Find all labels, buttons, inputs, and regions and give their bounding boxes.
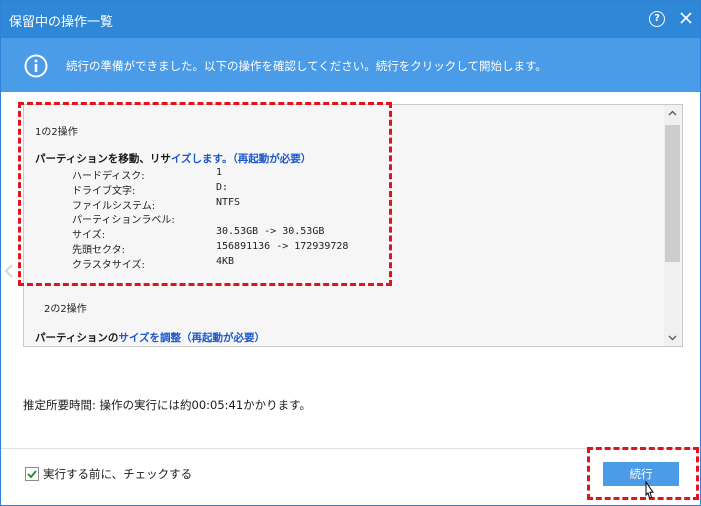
help-icon[interactable]: ? — [649, 11, 665, 27]
scroll-thumb[interactable] — [665, 125, 680, 262]
scroll-down-icon[interactable] — [664, 329, 681, 346]
check-before-run-checkbox[interactable] — [25, 467, 39, 481]
close-icon[interactable] — [677, 9, 695, 27]
title-bar: 保留中の操作一覧 ? — [1, 1, 700, 38]
check-before-run-label[interactable]: 実行する前に、チェックする — [43, 466, 192, 482]
scroll-up-icon[interactable] — [664, 105, 681, 122]
operation-2-header: 2の2操作 — [44, 304, 87, 315]
banner-text: 続行の準備ができました。以下の操作を確認してください。続行をクリックして開始しま… — [66, 59, 547, 73]
pending-operations-dialog: 保留中の操作一覧 ? 続行の準備ができました。以下の操作を確認してください。続行… — [0, 0, 701, 506]
window-title: 保留中の操作一覧 — [9, 15, 114, 30]
estimated-time: 推定所要時間: 操作の実行には約00:05:41かかります。 — [23, 398, 312, 412]
chevron-left-icon — [4, 264, 13, 278]
vertical-scrollbar[interactable] — [664, 105, 681, 346]
operation-2-title-text: パーティションの — [35, 332, 119, 344]
annotation-highlight-operation — [18, 102, 392, 286]
mouse-cursor-icon — [645, 481, 654, 499]
operation-2-title-emphasis: サイズを調整（再起動が必要） — [118, 332, 266, 344]
info-icon — [24, 54, 48, 78]
operation-2-title: パーティションのサイズを調整（再起動が必要） — [35, 330, 265, 345]
info-banner: 続行の準備ができました。以下の操作を確認してください。続行をクリックして開始しま… — [1, 38, 700, 92]
